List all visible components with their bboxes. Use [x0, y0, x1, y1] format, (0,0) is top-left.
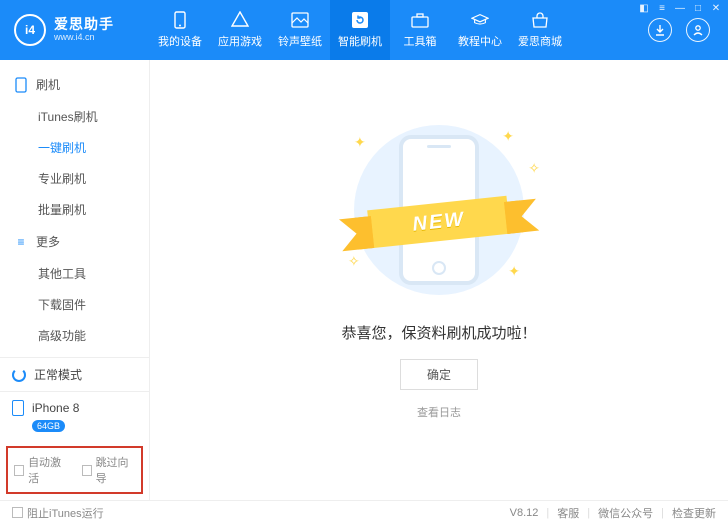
sparkle-icon: ✦ [508, 263, 520, 280]
refresh-icon [351, 11, 369, 29]
checkbox-skip-guide[interactable]: 跳过向导 [82, 454, 136, 486]
nav-label: 我的设备 [158, 33, 202, 49]
status-bar: 阻止iTunes运行 V8.12 | 客服 | 微信公众号 | 检查更新 [0, 500, 728, 524]
support-link[interactable]: 客服 [557, 505, 579, 521]
checkbox-box [12, 507, 23, 518]
brand-url: www.i4.cn [54, 33, 114, 43]
sparkle-icon: ✧ [348, 253, 360, 270]
version-label: V8.12 [510, 507, 539, 519]
checkbox-label: 阻止iTunes运行 [27, 505, 104, 521]
top-header: i4 爱思助手 www.i4.cn 我的设备 应用游戏 铃声壁纸 智能刷机 工具… [0, 0, 728, 60]
nav-my-device[interactable]: 我的设备 [150, 0, 210, 60]
checkbox-label: 跳过向导 [96, 454, 135, 486]
check-update-link[interactable]: 检查更新 [672, 505, 716, 521]
sidebar-item-other-tools[interactable]: 其他工具 [0, 258, 149, 289]
toolbox-icon [411, 11, 429, 29]
sidebar-cat-more[interactable]: ≡ 更多 [0, 225, 149, 258]
menu-icon[interactable]: ≡ [656, 2, 668, 14]
nav-apps[interactable]: 应用游戏 [210, 0, 270, 60]
logo-icon: i4 [14, 14, 46, 46]
store-icon [531, 11, 549, 29]
apps-icon [231, 11, 249, 29]
image-icon [291, 11, 309, 29]
download-button[interactable] [648, 18, 672, 42]
nav-label: 工具箱 [404, 33, 437, 49]
sidebar-cat-flash[interactable]: 刷机 [0, 68, 149, 101]
top-nav: 我的设备 应用游戏 铃声壁纸 智能刷机 工具箱 教程中心 爱思商城 [150, 0, 638, 60]
success-message: 恭喜您，保资料刷机成功啦！ [341, 322, 536, 343]
storage-badge: 64GB [32, 420, 65, 432]
window-controls: ◧ ≡ ― □ ✕ [638, 2, 722, 14]
loading-icon [12, 368, 26, 382]
checkbox-block-itunes[interactable]: 阻止iTunes运行 [12, 505, 104, 521]
sidebar-item-batch-flash[interactable]: 批量刷机 [0, 194, 149, 225]
checkbox-label: 自动激活 [28, 454, 67, 486]
sidebar-item-itunes-flash[interactable]: iTunes刷机 [0, 101, 149, 132]
skin-icon[interactable]: ◧ [638, 2, 650, 14]
view-log-link[interactable]: 查看日志 [417, 404, 461, 420]
phone-icon [14, 78, 28, 92]
device-box[interactable]: iPhone 8 64GB [0, 391, 149, 440]
sidebar: 刷机 iTunes刷机 一键刷机 专业刷机 批量刷机 ≡ 更多 其他工具 下载固… [0, 60, 150, 500]
mode-label: 正常模式 [34, 366, 82, 383]
nav-label: 智能刷机 [338, 33, 382, 49]
brand-area: i4 爱思助手 www.i4.cn [0, 0, 150, 60]
sidebar-item-download-fw[interactable]: 下载固件 [0, 289, 149, 320]
sparkle-icon: ✦ [502, 128, 514, 145]
account-button[interactable] [686, 18, 710, 42]
sidebar-item-onekey-flash[interactable]: 一键刷机 [0, 132, 149, 163]
maximize-icon[interactable]: □ [692, 2, 704, 14]
device-icon [171, 11, 189, 29]
main-panel: ✦ ✦ ✧ ✦ ✧ NEW 恭喜您，保资料刷机成功啦！ 确定 查看日志 [150, 60, 728, 500]
phone-icon [12, 400, 24, 416]
ok-button[interactable]: 确定 [400, 359, 478, 390]
sidebar-cat-label: 更多 [36, 233, 60, 250]
sparkle-icon: ✦ [354, 134, 366, 151]
nav-store[interactable]: 爱思商城 [510, 0, 570, 60]
nav-flash[interactable]: 智能刷机 [330, 0, 390, 60]
sidebar-item-pro-flash[interactable]: 专业刷机 [0, 163, 149, 194]
nav-toolbox[interactable]: 工具箱 [390, 0, 450, 60]
minimize-icon[interactable]: ― [674, 2, 686, 14]
sidebar-item-advanced[interactable]: 高级功能 [0, 320, 149, 351]
nav-label: 爱思商城 [518, 33, 562, 49]
nav-ringtones[interactable]: 铃声壁纸 [270, 0, 330, 60]
sparkle-icon: ✧ [528, 160, 540, 177]
nav-label: 应用游戏 [218, 33, 262, 49]
device-name: iPhone 8 [32, 401, 79, 415]
options-row: 自动激活 跳过向导 [6, 446, 143, 494]
checkbox-box [14, 465, 24, 476]
nav-label: 铃声壁纸 [278, 33, 322, 49]
graduation-icon [471, 11, 489, 29]
brand-title: 爱思助手 [54, 17, 114, 32]
nav-tutorials[interactable]: 教程中心 [450, 0, 510, 60]
success-illustration: ✦ ✦ ✧ ✦ ✧ NEW [324, 120, 554, 300]
mode-status[interactable]: 正常模式 [0, 357, 149, 391]
sidebar-cat-label: 刷机 [36, 76, 60, 93]
wechat-link[interactable]: 微信公众号 [598, 505, 653, 521]
body: 刷机 iTunes刷机 一键刷机 专业刷机 批量刷机 ≡ 更多 其他工具 下载固… [0, 60, 728, 500]
close-icon[interactable]: ✕ [710, 2, 722, 14]
nav-label: 教程中心 [458, 33, 502, 49]
checkbox-box [82, 465, 92, 476]
menu-icon: ≡ [14, 235, 28, 249]
checkbox-auto-activate[interactable]: 自动激活 [14, 454, 68, 486]
